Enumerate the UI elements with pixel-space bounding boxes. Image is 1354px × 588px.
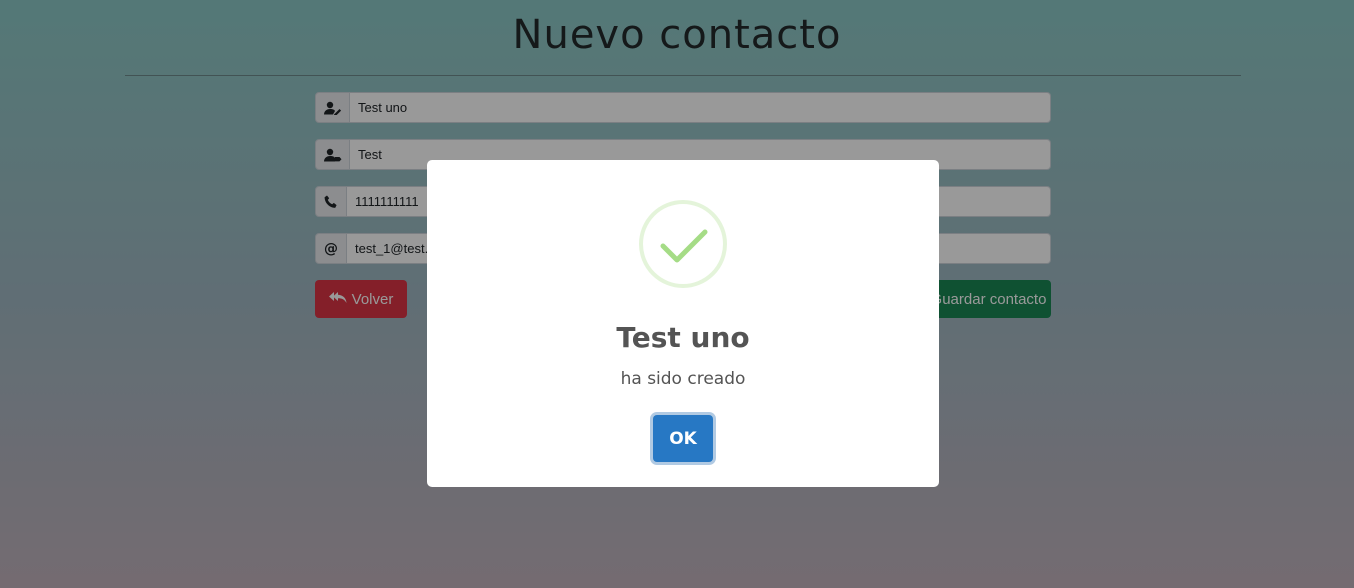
dialog-message: ha sido creado <box>620 369 746 389</box>
dialog-title: Test uno <box>616 321 750 354</box>
ok-button[interactable]: OK <box>653 415 713 462</box>
success-check-icon <box>639 200 727 288</box>
success-dialog: Test uno ha sido creado OK <box>427 160 939 487</box>
